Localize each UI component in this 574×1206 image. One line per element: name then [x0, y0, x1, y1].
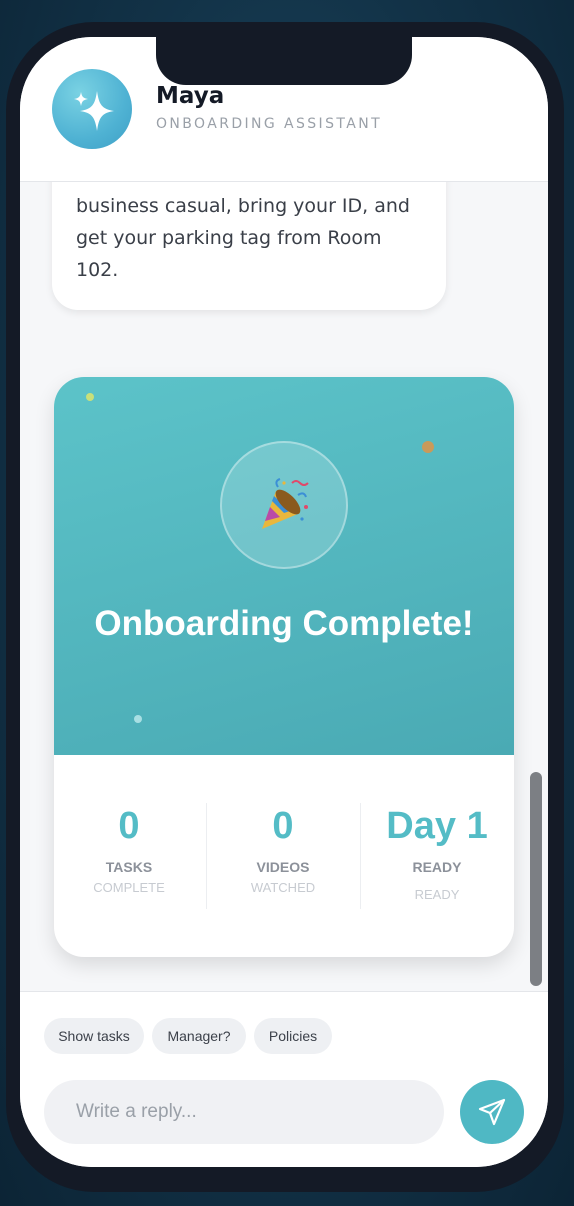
stat-label: TASKS	[105, 859, 153, 875]
card-title: Onboarding Complete!	[94, 604, 474, 643]
confetti-dot	[86, 393, 94, 401]
confetti-dot	[134, 715, 142, 723]
quick-reply-show-tasks[interactable]: Show tasks	[44, 1018, 144, 1054]
stat-sublabel: READY	[414, 887, 460, 902]
stat-label: VIDEOS	[256, 859, 310, 875]
chat-scrollbar[interactable]	[530, 772, 542, 986]
phone-screen: business casual, bring your ID, and get …	[20, 37, 548, 1167]
assistant-name: Maya	[156, 83, 225, 109]
celebration-badge	[220, 441, 348, 569]
stat-label: READY	[412, 859, 462, 875]
chat-composer: Show tasks Manager? Policies	[20, 991, 548, 1167]
stat-tasks: 0 TASKS COMPLETE	[54, 803, 204, 895]
confetti-dot	[422, 441, 434, 453]
stat-value: Day 1	[386, 805, 488, 847]
stat-value: 0	[272, 805, 294, 847]
send-icon	[478, 1098, 506, 1126]
assistant-avatar	[52, 69, 132, 149]
stat-value: 0	[118, 805, 140, 847]
stats-row: 0 TASKS COMPLETE 0 VIDEOS WATCHED Day 1 …	[54, 755, 514, 957]
stat-divider	[360, 803, 361, 909]
party-popper-icon	[262, 478, 309, 529]
reply-input[interactable]	[44, 1080, 444, 1144]
phone-notch	[156, 37, 412, 85]
quick-reply-manager[interactable]: Manager?	[152, 1018, 246, 1054]
assistant-role: ONBOARDING ASSISTANT	[156, 116, 383, 132]
stat-ready: Day 1 READY READY	[362, 803, 512, 902]
send-button[interactable]	[460, 1080, 524, 1144]
stat-sublabel: COMPLETE	[93, 880, 165, 895]
sparkles-icon	[74, 91, 114, 131]
phone-frame: business casual, bring your ID, and get …	[6, 22, 564, 1192]
stat-videos: 0 VIDEOS WATCHED	[208, 803, 358, 895]
assistant-message-text: business casual, bring your ID, and get …	[76, 195, 410, 281]
card-banner: Onboarding Complete!	[54, 377, 514, 755]
stat-sublabel: WATCHED	[250, 880, 316, 895]
stat-divider	[206, 803, 207, 909]
onboarding-complete-card: Onboarding Complete! 0 TASKS COMPLETE 0 …	[54, 377, 514, 957]
quick-reply-policies[interactable]: Policies	[254, 1018, 332, 1054]
